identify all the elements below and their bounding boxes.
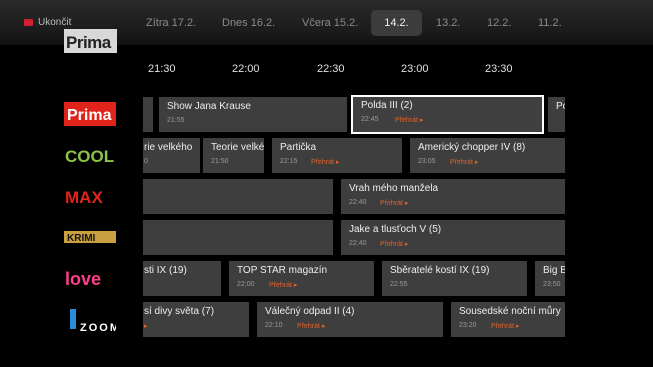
program-cell[interactable]: Teorie velké 21:50 (203, 138, 264, 173)
play-link[interactable]: Přehrát ▸ (491, 322, 519, 330)
program-cell[interactable] (143, 179, 333, 214)
program-title: Po (556, 101, 565, 112)
program-title: sí divy světa (7) (144, 306, 215, 317)
zoom-logo-text: ZOOM (80, 322, 116, 333)
program-title: Válečný odpad II (4) (265, 306, 355, 317)
program-cell[interactable]: Vrah mého manžela 22:40 Přehrát ▸ (341, 179, 565, 214)
play-link[interactable]: Přehrát ▸ (380, 199, 408, 207)
channel-row-krimi: KRIMI Jake a tlusťoch V (5) 22:40 Přehrá… (0, 220, 653, 255)
exit-button[interactable]: Ukončit (24, 17, 71, 28)
program-title: Sousedské noční můry (459, 306, 561, 317)
play-link[interactable]: ▸ (144, 322, 148, 330)
exit-label: Ukončit (38, 17, 72, 28)
program-cell[interactable]: Partička 22:15 Přehrát ▸ (272, 138, 402, 173)
date-tab-yesterday[interactable]: Včera 15.2. (302, 10, 358, 36)
time-label: 22:30 (317, 63, 345, 75)
date-tab-12[interactable]: 12.2. (487, 10, 511, 36)
program-time: 22:10 (265, 322, 283, 329)
program-cell-selected[interactable]: Polda III (2) 22:45 Přehrát ▸ (351, 95, 544, 134)
krimi-logo: KRIMI (64, 225, 116, 249)
program-cell[interactable]: rie velkého 0 (143, 138, 200, 173)
program-title: Show Jana Krause (167, 101, 251, 112)
exit-icon (24, 19, 33, 26)
program-time: 21:50 (211, 158, 229, 165)
program-title: Sběratelé kostí IX (19) (390, 265, 490, 276)
program-title: Jake a tlusťoch V (5) (349, 224, 442, 235)
program-cell[interactable] (143, 97, 153, 132)
date-tab-selected[interactable]: 14.2. (371, 10, 422, 36)
play-link[interactable]: Přehrát ▸ (297, 322, 325, 330)
krimi-logo-text: KRIMI (67, 233, 96, 244)
channel-row-prima: Prima Show Jana Krause 21:55 Polda III (… (0, 95, 653, 134)
program-title: rie velkého (144, 142, 193, 153)
program-title: Big B (543, 265, 565, 276)
love-logo: love (64, 266, 116, 290)
cool-logo-icon: COOL (65, 147, 114, 166)
channel-row-max: MAX Vrah mého manžela 22:40 Přehrát ▸ (0, 179, 653, 214)
program-cell[interactable]: Válečný odpad II (4) 22:10 Přehrát ▸ (257, 302, 443, 337)
program-time: 23:05 (418, 158, 436, 165)
program-time: 23:20 (459, 322, 477, 329)
program-time: 21:55 (167, 117, 185, 124)
time-label: 22:00 (232, 63, 260, 75)
program-title: Partička (280, 142, 317, 153)
program-time: 22:45 (361, 116, 379, 123)
play-link[interactable]: Přehrát ▸ (380, 240, 408, 248)
krimi-logo-icon: KRIMI (64, 231, 116, 244)
date-tab-13[interactable]: 13.2. (436, 10, 460, 36)
play-link[interactable]: Přehrát ▸ (395, 116, 423, 124)
play-link[interactable]: Přehrát ▸ (269, 281, 297, 289)
program-cell[interactable]: sti IX (19) (143, 261, 221, 296)
love-logo-icon: love (65, 269, 101, 289)
program-title: TOP STAR magazín (237, 265, 328, 276)
max-logo: MAX (64, 184, 116, 208)
program-time: 22:00 (237, 281, 255, 288)
cool-logo-text: COOL (65, 147, 114, 166)
zoom-logo-icon: ZOOM (70, 309, 116, 333)
program-time: 22:15 (280, 158, 298, 165)
play-link[interactable]: Přehrát ▸ (450, 158, 478, 166)
cool-logo: COOL (64, 143, 116, 167)
program-time: 22:55 (390, 281, 408, 288)
program-time: 0 (144, 158, 148, 165)
max-logo-text: MAX (65, 188, 103, 207)
program-title: Teorie velké (211, 142, 264, 153)
zoom-logo: ZOOM (64, 307, 116, 333)
prima-logo-icon: Prima (64, 102, 116, 126)
prima-logo: Prima (64, 102, 116, 126)
program-cell[interactable]: Big B 23:50 (535, 261, 565, 296)
program-time: 22:40 (349, 240, 367, 247)
program-cell[interactable]: Po (548, 97, 565, 132)
max-logo-icon: MAX (65, 188, 103, 207)
play-link[interactable]: Přehrát ▸ (311, 158, 339, 166)
program-time: 22:40 (349, 199, 367, 206)
time-label: 23:30 (485, 63, 513, 75)
time-label: 23:00 (401, 63, 429, 75)
program-cell[interactable]: Sousedské noční můry 23:20 Přehrát ▸ (451, 302, 565, 337)
program-cell[interactable]: Americký chopper IV (8) 23:05 Přehrát ▸ (410, 138, 565, 173)
time-label: 21:30 (148, 63, 176, 75)
program-title: sti IX (19) (144, 265, 187, 276)
program-title: Americký chopper IV (8) (418, 142, 526, 153)
date-tab-11[interactable]: 11.2. (538, 10, 562, 36)
love-logo-text: love (65, 269, 101, 289)
channel-row-cool: COOL rie velkého 0 Teorie velké 21:50 Pa… (0, 138, 653, 173)
prima-logo-text: Prima (67, 107, 112, 124)
program-cell[interactable]: Jake a tlusťoch V (5) 22:40 Přehrát ▸ (341, 220, 565, 255)
program-cell[interactable]: Show Jana Krause 21:55 (159, 97, 347, 132)
program-cell[interactable]: Sběratelé kostí IX (19) 22:55 (382, 261, 527, 296)
current-channel-logo: Prima (64, 29, 117, 53)
date-tab-today[interactable]: Dnes 16.2. (222, 10, 275, 36)
program-title: Vrah mého manžela (349, 183, 439, 194)
program-cell[interactable]: sí divy světa (7) ▸ (143, 302, 249, 337)
program-title: Polda III (2) (361, 100, 413, 111)
program-cell[interactable] (143, 220, 333, 255)
date-tab-tomorrow[interactable]: Zítra 17.2. (146, 10, 196, 36)
channel-row-love: love sti IX (19) TOP STAR magazín 22:00 … (0, 261, 653, 296)
program-time: 23:50 (543, 281, 561, 288)
channel-row-zoom: ZOOM sí divy světa (7) ▸ Válečný odpad I… (0, 302, 653, 337)
program-cell[interactable]: TOP STAR magazín 22:00 Přehrát ▸ (229, 261, 374, 296)
